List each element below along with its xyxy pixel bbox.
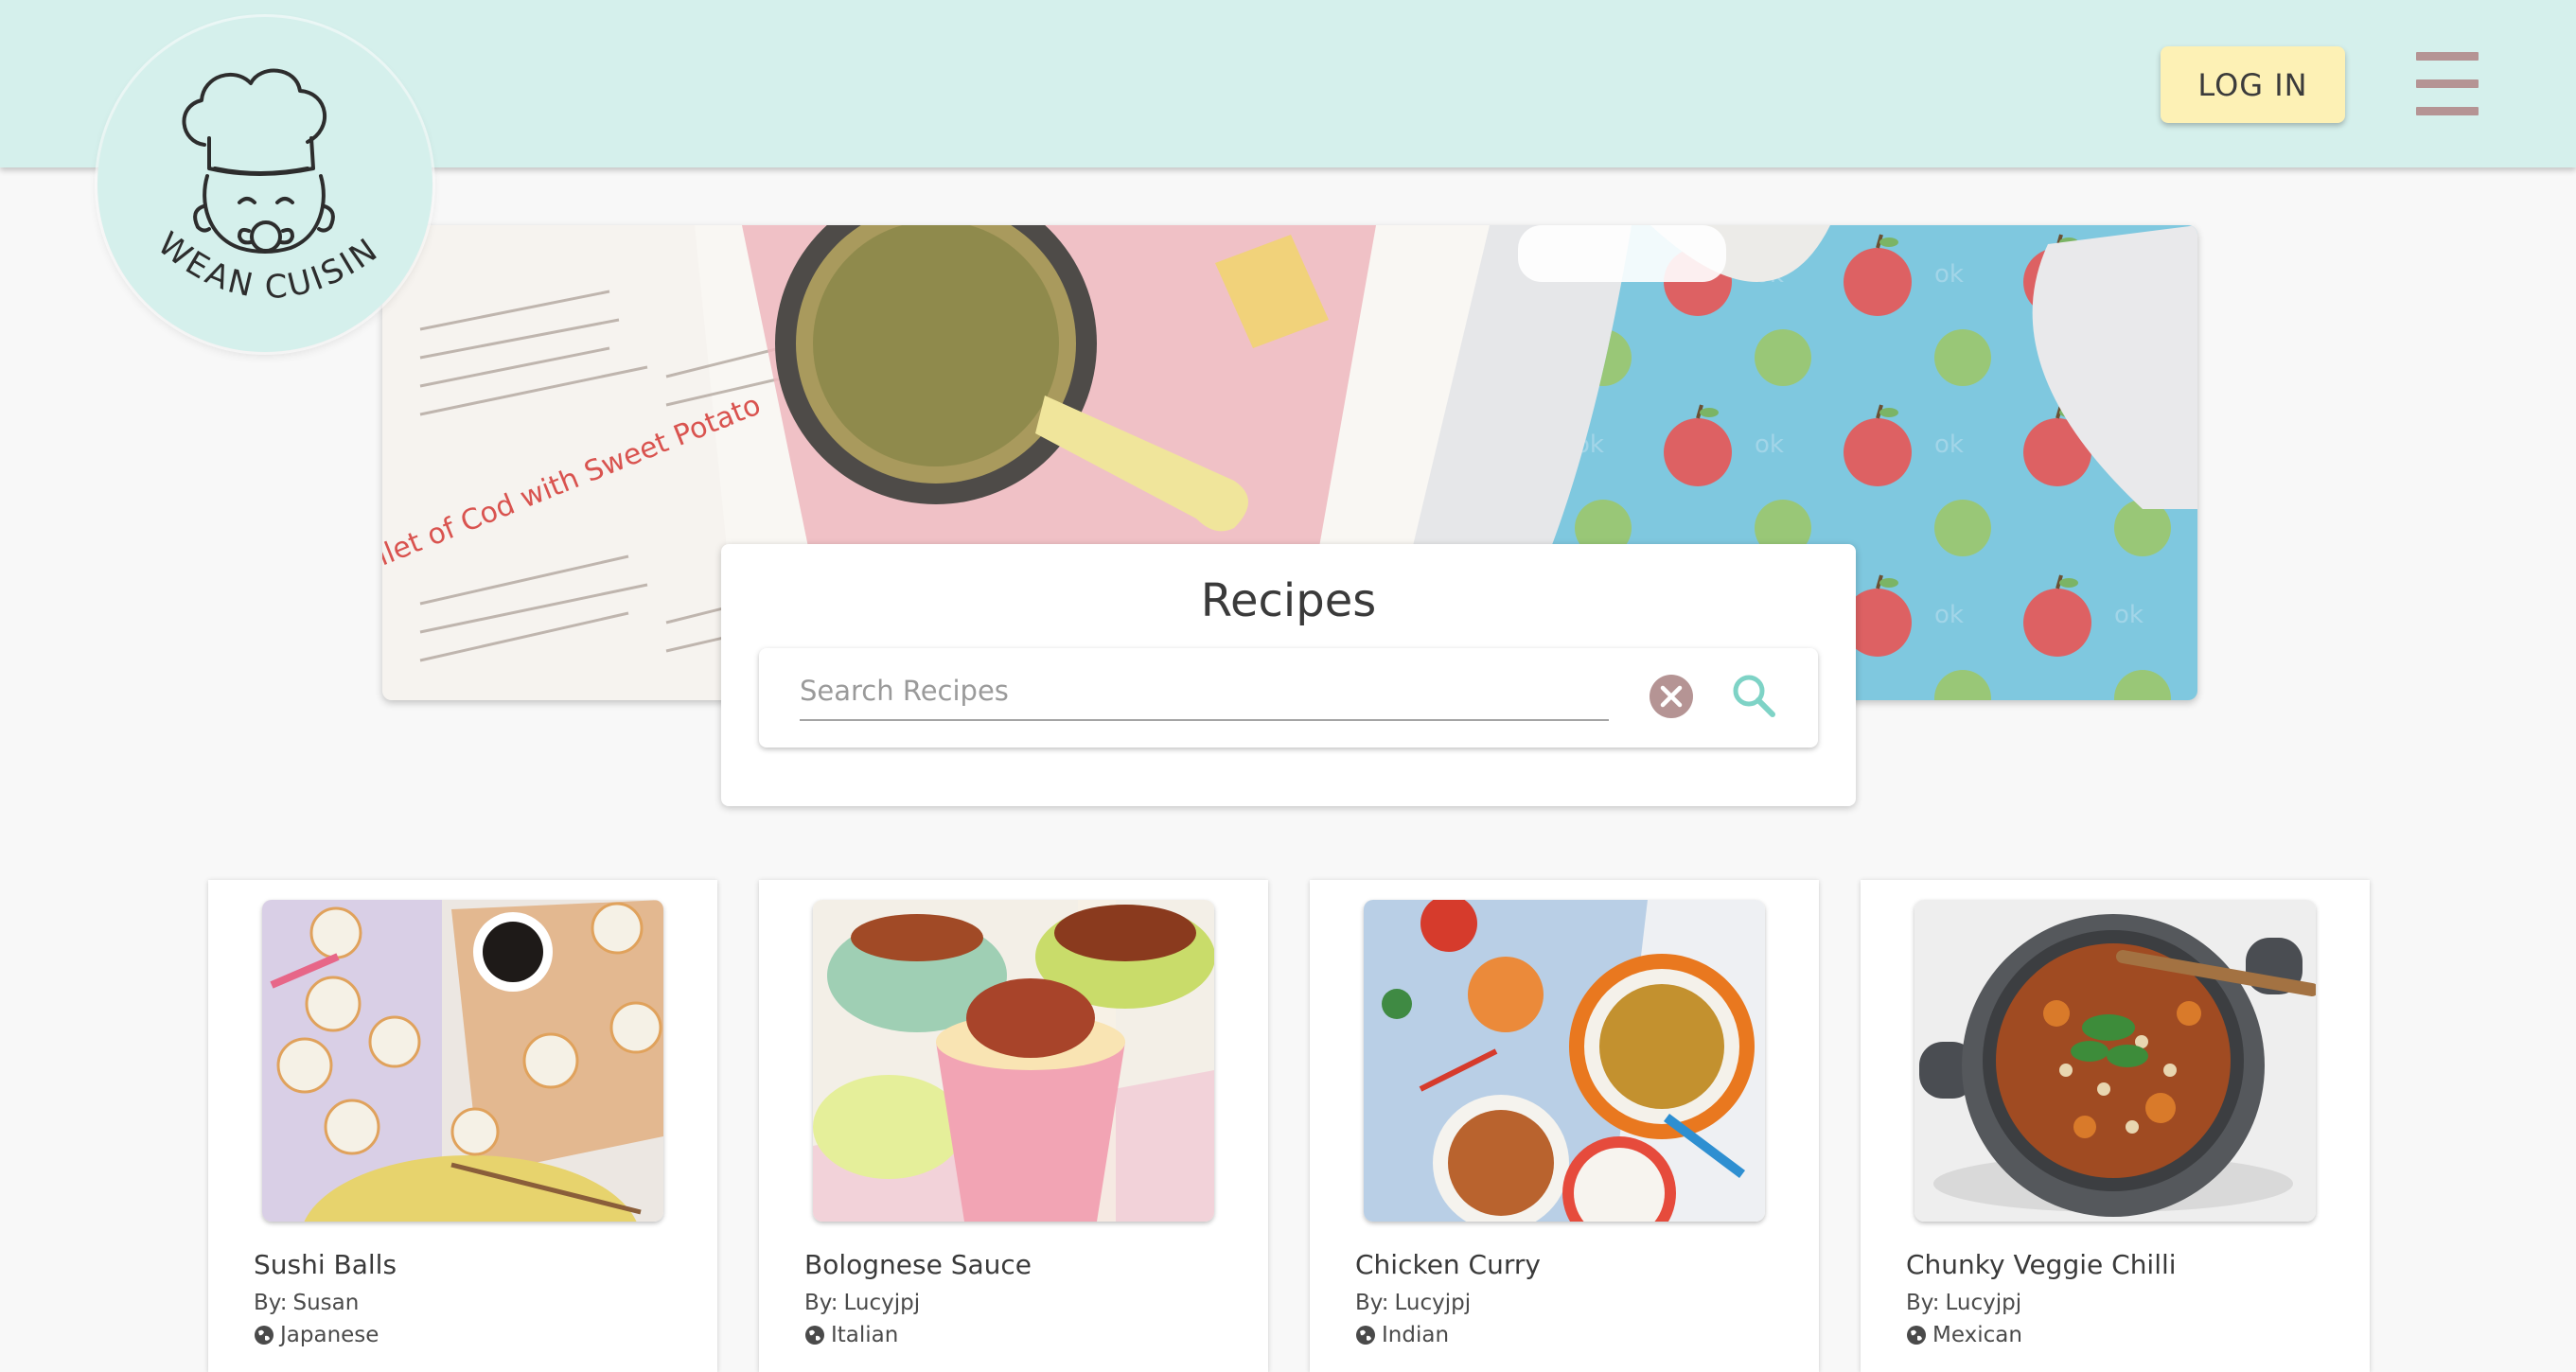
recipe-title[interactable]: Sushi Balls	[254, 1249, 397, 1280]
author-name: Lucyjpj	[1394, 1291, 1472, 1315]
svg-text:WEAN CUISINE: WEAN CUISINE	[97, 17, 386, 307]
author-label: By:	[804, 1291, 838, 1315]
globe-icon	[1907, 1326, 1926, 1345]
author-name: Lucyjpj	[843, 1291, 921, 1315]
recipe-image[interactable]	[1914, 900, 2316, 1222]
recipe-card[interactable]: Chicken Curry By: Lucyjpj Indian	[1310, 880, 1819, 1372]
close-circle-icon[interactable]	[1649, 674, 1694, 719]
recipe-title[interactable]: Chicken Curry	[1355, 1249, 1541, 1280]
recipe-cuisine: Japanese	[254, 1323, 379, 1347]
recipe-card[interactable]: Bolognese Sauce By: Lucyjpj Italian	[759, 880, 1268, 1372]
author-label: By:	[1906, 1291, 1940, 1315]
recipe-title[interactable]: Bolognese Sauce	[804, 1249, 1032, 1280]
search-input[interactable]	[800, 662, 1609, 721]
globe-icon	[1356, 1326, 1375, 1345]
search-card: Recipes	[721, 544, 1856, 806]
cuisine-label: Italian	[831, 1323, 899, 1347]
globe-icon	[255, 1326, 273, 1345]
author-label: By:	[254, 1291, 288, 1315]
recipe-card[interactable]: Sushi Balls By: Susan Japanese	[208, 880, 717, 1372]
cuisine-label: Mexican	[1932, 1323, 2022, 1347]
hamburger-menu-icon[interactable]	[2416, 52, 2479, 115]
author-label: By:	[1355, 1291, 1389, 1315]
chef-baby-logo-icon: WEAN CUISINE	[97, 17, 386, 307]
recipe-image[interactable]	[813, 900, 1214, 1222]
recipe-author: By: Lucyjpj	[804, 1291, 920, 1315]
recipe-cuisine: Mexican	[1906, 1323, 2022, 1347]
recipe-author: By: Susan	[254, 1291, 359, 1315]
recipe-author: By: Lucyjpj	[1906, 1291, 2021, 1315]
recipe-author: By: Lucyjpj	[1355, 1291, 1471, 1315]
magnifier-icon[interactable]	[1729, 671, 1778, 720]
site-logo[interactable]: WEAN CUISINE	[97, 17, 432, 352]
recipe-cuisine: Italian	[804, 1323, 898, 1347]
cuisine-label: Japanese	[280, 1323, 379, 1347]
recipe-title[interactable]: Chunky Veggie Chilli	[1906, 1249, 2177, 1280]
cuisine-label: Indian	[1382, 1323, 1450, 1347]
globe-icon	[805, 1326, 824, 1345]
recipe-image[interactable]	[262, 900, 663, 1222]
login-button[interactable]: LOG IN	[2161, 46, 2345, 123]
search-bar	[759, 648, 1818, 748]
page-title: Recipes	[1200, 574, 1377, 627]
author-name: Lucyjpj	[1945, 1291, 2022, 1315]
recipe-cuisine: Indian	[1355, 1323, 1449, 1347]
author-name: Susan	[292, 1291, 360, 1315]
recipe-card[interactable]: Chunky Veggie Chilli By: Lucyjpj Mexican	[1861, 880, 2370, 1372]
recipe-image[interactable]	[1364, 900, 1765, 1222]
